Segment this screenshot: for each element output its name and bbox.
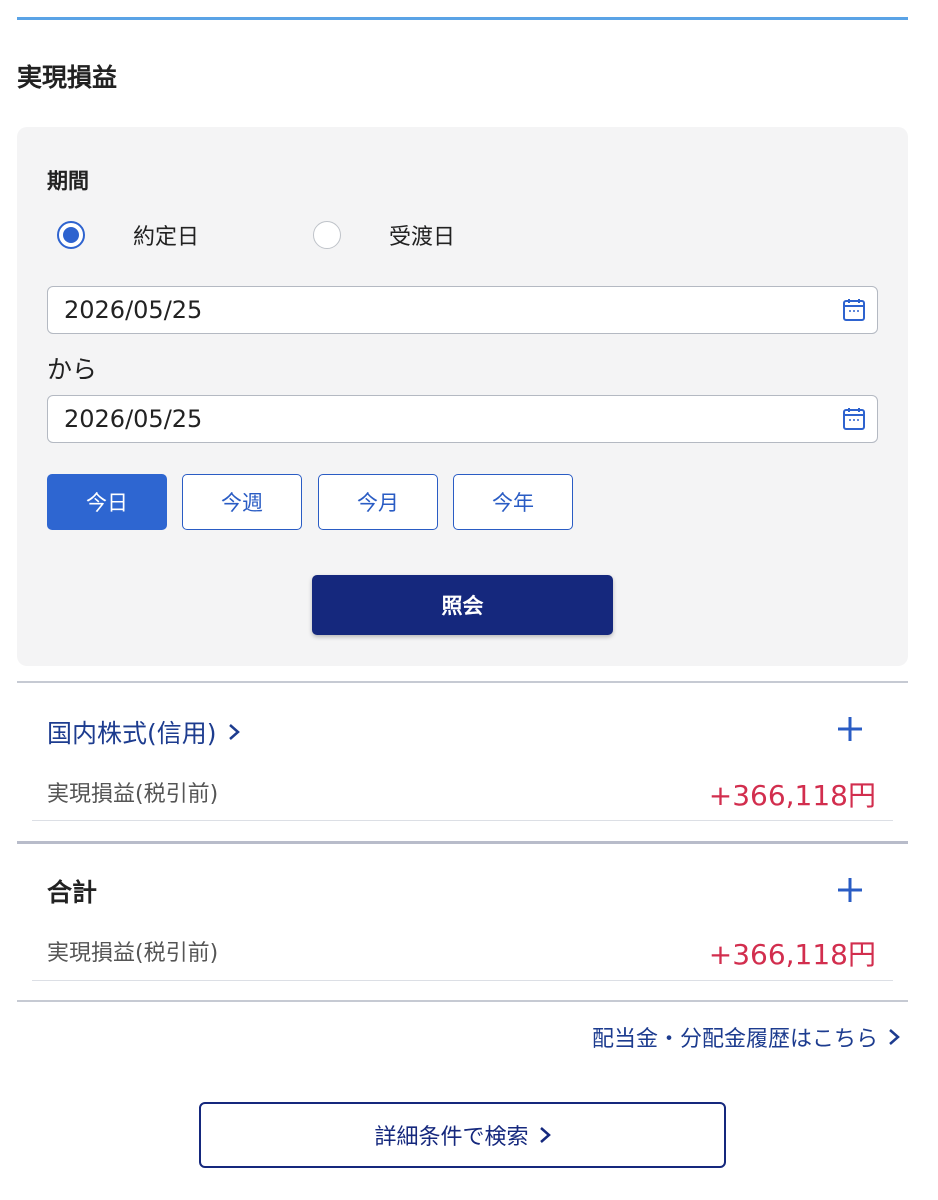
plus-icon[interactable] <box>837 877 863 903</box>
date-to-value: 2026/05/25 <box>64 405 203 433</box>
range-separator: から <box>47 355 98 384</box>
page-title: 実現損益 <box>17 63 118 92</box>
date-to-input[interactable]: 2026/05/25 <box>47 395 878 443</box>
divider <box>17 1000 908 1002</box>
realized-pl-value: +366,118円 <box>708 779 876 812</box>
filter-panel: 期間 約定日 受渡日 2026/05/25 から 2026/05/25 今日 今… <box>17 127 908 666</box>
divider <box>17 681 908 683</box>
radio-label-trade-date: 約定日 <box>133 225 200 250</box>
divider <box>17 841 908 844</box>
dividend-history-label: 配当金・分配金履歴はこちら <box>591 1027 878 1052</box>
radio-unchecked-icon[interactable] <box>313 221 341 249</box>
this-week-button[interactable]: 今週 <box>182 474 302 530</box>
total-title: 合計 <box>47 878 98 907</box>
calendar-icon[interactable] <box>842 298 866 322</box>
period-label: 期間 <box>47 169 89 193</box>
radio-settlement-date[interactable]: 受渡日 <box>313 219 455 251</box>
detail-search-button[interactable]: 詳細条件で検索 <box>199 1102 726 1168</box>
date-from-value: 2026/05/25 <box>64 296 203 324</box>
radio-label-settlement-date: 受渡日 <box>389 225 456 250</box>
realized-pl-label: 実現損益(税引前) <box>47 782 219 807</box>
divider <box>32 980 893 981</box>
this-year-button[interactable]: 今年 <box>453 474 573 530</box>
total-realized-pl-label: 実現損益(税引前) <box>47 941 219 966</box>
chevron-right-icon <box>889 1029 900 1045</box>
this-month-button[interactable]: 今月 <box>318 474 438 530</box>
inquiry-button[interactable]: 照会 <box>312 575 613 635</box>
dividend-history-link[interactable]: 配当金・分配金履歴はこちら <box>592 1021 900 1053</box>
total-realized-pl-value: +366,118円 <box>708 938 876 971</box>
radio-trade-date[interactable]: 約定日 <box>57 219 199 251</box>
date-from-input[interactable]: 2026/05/25 <box>47 286 878 334</box>
calendar-icon[interactable] <box>842 407 866 431</box>
section-title: 国内株式(信用) <box>47 719 217 748</box>
detail-search-label: 詳細条件で検索 <box>374 1125 529 1150</box>
top-accent-rule <box>17 17 908 20</box>
divider <box>32 820 893 821</box>
chevron-right-icon <box>539 1127 551 1143</box>
today-button[interactable]: 今日 <box>47 474 167 530</box>
chevron-right-icon <box>228 724 240 740</box>
section-domestic-margin-link[interactable]: 国内株式(信用) <box>47 714 241 750</box>
radio-checked-icon[interactable] <box>57 221 85 249</box>
plus-icon[interactable] <box>837 716 863 742</box>
